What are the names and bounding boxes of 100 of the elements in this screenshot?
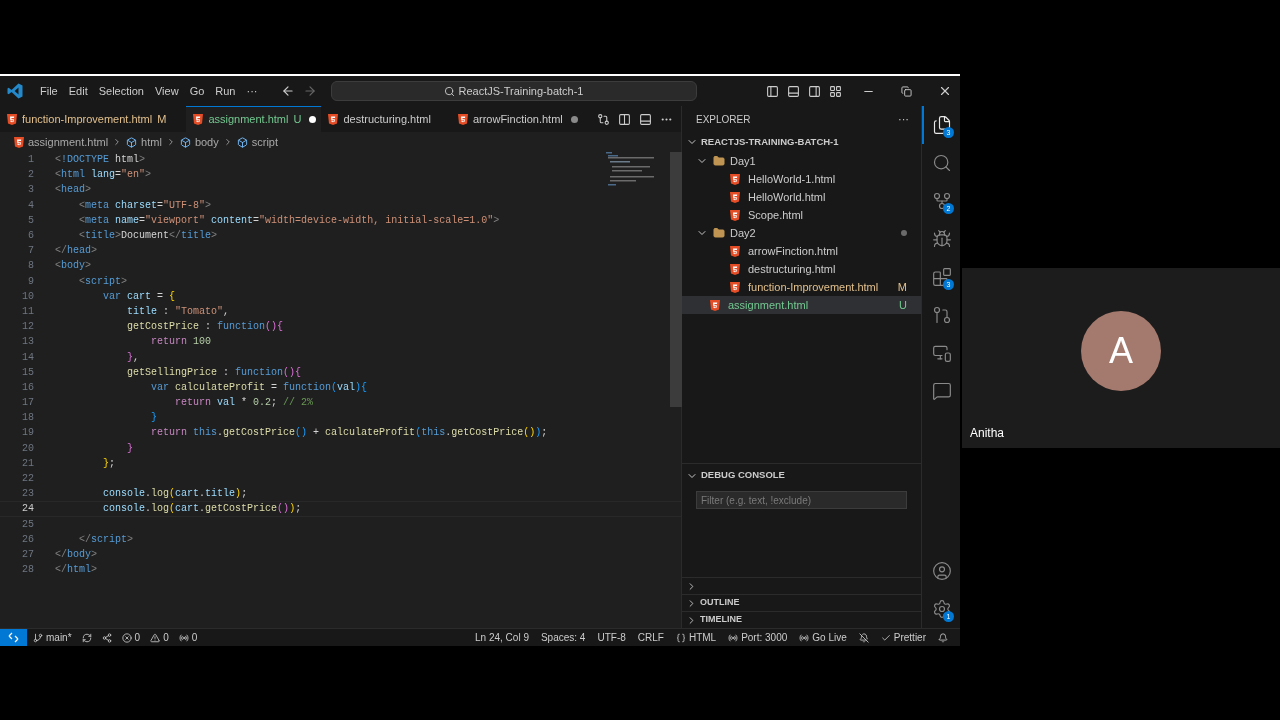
compare-icon[interactable] <box>597 112 610 126</box>
file-name: HelloWorld-1.html <box>748 171 837 187</box>
line-number: 21 <box>21 456 34 471</box>
code-line: return 100 <box>150 335 212 350</box>
broadcast-icon <box>799 632 810 643</box>
split-editor-icon[interactable] <box>618 112 631 126</box>
back-icon[interactable] <box>280 84 295 98</box>
editor-tab[interactable]: assignment.html U <box>186 106 322 132</box>
filter-field[interactable]: Filter (e.g. text, !exclude) <box>696 491 907 509</box>
status-item[interactable]: Prettier <box>880 630 926 645</box>
status-item[interactable] <box>101 632 112 643</box>
line-number: 12 <box>21 320 34 335</box>
cube-icon <box>236 136 248 148</box>
line-number: 11 <box>21 304 34 319</box>
folder-icon <box>713 155 725 167</box>
line-number: 6 <box>27 229 34 244</box>
sidebar-title: EXPLORER <box>696 112 752 127</box>
status-item[interactable]: main* <box>33 630 72 645</box>
code-line: return val * 0.2; // 2% <box>174 396 314 411</box>
toggle-sidebar-icon[interactable] <box>766 84 779 98</box>
forward-icon[interactable] <box>302 84 317 98</box>
file-row[interactable]: HelloWorld.html <box>682 188 921 206</box>
html-file-icon <box>730 245 740 257</box>
status-item[interactable] <box>81 632 92 643</box>
remote-icon <box>932 343 952 363</box>
more-actions-button[interactable]: ··· <box>898 110 909 128</box>
file-row[interactable]: Scope.html <box>682 206 921 224</box>
code-line: console.log(cart.getCostPrice()); <box>102 502 302 517</box>
file-row[interactable]: function-Improvement.html M <box>682 278 921 296</box>
line-number: 14 <box>21 350 34 365</box>
antenna-icon <box>728 632 739 643</box>
search-icon <box>443 85 455 97</box>
code-line: <script> <box>78 274 128 289</box>
status-item[interactable]: Spaces: 4 <box>540 630 586 645</box>
status-item[interactable] <box>858 632 869 643</box>
file-row[interactable]: destructuring.html <box>682 260 921 278</box>
html-file-icon <box>328 113 339 125</box>
panel-header[interactable]: OUTLINE <box>682 594 921 611</box>
menu-item[interactable]: File <box>35 80 63 102</box>
git-graph-icon <box>932 305 952 325</box>
breadcrumb-item[interactable]: body <box>179 133 219 151</box>
folder-name: Day1 <box>730 153 757 169</box>
sync-icon <box>81 632 92 643</box>
status-item[interactable]: 0 <box>150 630 169 645</box>
scrollbar-thumb[interactable] <box>670 152 682 407</box>
menu-item[interactable]: ··· <box>241 80 263 102</box>
section-title: OUTLINE <box>700 596 740 610</box>
status-item[interactable]: HTML <box>675 630 717 645</box>
folder-row[interactable]: Day2 <box>682 224 921 242</box>
avatar: A <box>1081 311 1161 391</box>
menu-item[interactable]: Selection <box>93 80 149 102</box>
code-line: <html lang="en"> <box>55 168 152 183</box>
status-item[interactable]: CRLF <box>637 630 664 645</box>
menu-item[interactable]: Run <box>210 80 241 102</box>
menu-item[interactable]: Go <box>184 80 210 102</box>
breadcrumb-item[interactable]: assignment.html <box>14 133 109 151</box>
file-row[interactable]: assignment.html U <box>682 296 921 314</box>
debug-console-header[interactable]: DEBUG CONSOLE <box>682 463 921 487</box>
workspace-folder-row[interactable]: REACTJS-TRAINING-BATCH-1 <box>682 132 921 152</box>
warning-icon <box>150 632 161 643</box>
remote-button[interactable] <box>0 629 27 646</box>
html-file-icon <box>730 281 740 293</box>
code-line: }; <box>102 456 116 471</box>
line-number: 10 <box>21 289 34 304</box>
menu-item[interactable]: View <box>149 80 184 102</box>
customize-layout-icon[interactable] <box>829 84 842 98</box>
close-icon[interactable] <box>938 84 952 98</box>
toggle-secondary-sidebar-icon[interactable] <box>808 84 821 98</box>
file-name: assignment.html <box>728 297 810 313</box>
status-item[interactable] <box>938 632 948 643</box>
code-line: getCostPrice : function(){ <box>126 320 284 335</box>
status-item[interactable]: 0 <box>121 630 141 645</box>
breadcrumb-item[interactable]: script <box>236 133 278 151</box>
line-number: 15 <box>21 365 34 380</box>
html-file-icon <box>14 136 24 148</box>
code-line: <head> <box>55 183 92 198</box>
file-name: Scope.html <box>748 207 805 223</box>
code-line: </body> <box>55 547 98 562</box>
breadcrumb-item[interactable]: html <box>126 133 162 151</box>
html-file-icon <box>730 263 740 275</box>
restore-icon[interactable] <box>901 85 912 97</box>
status-item[interactable]: UTF-8 <box>597 630 626 645</box>
status-item[interactable]: Ln 24, Col 9 <box>475 630 529 645</box>
status-item[interactable]: Port: 3000 <box>728 630 788 645</box>
status-item[interactable]: 0 <box>178 630 198 645</box>
folder-row[interactable]: Day1 <box>682 152 921 170</box>
code-line: <meta charset="UTF-8"> <box>78 198 212 213</box>
html-file-icon <box>730 173 740 185</box>
file-row[interactable]: HelloWorld-1.html <box>682 170 921 188</box>
layout-icon[interactable] <box>639 112 652 126</box>
git-status-letter: U <box>899 297 907 313</box>
status-item[interactable]: Go Live <box>799 630 847 645</box>
command-center[interactable]: ReactJS-Training-batch-1 <box>330 81 697 101</box>
toggle-panel-icon[interactable] <box>787 84 800 98</box>
code-line: console.log(cart.title); <box>102 487 248 502</box>
folder-name: Day2 <box>730 225 757 241</box>
menu-item[interactable]: Edit <box>63 80 93 102</box>
app-logo-icon <box>7 83 23 99</box>
line-number: 23 <box>21 487 34 502</box>
file-row[interactable]: arrowFinction.html <box>682 242 921 260</box>
